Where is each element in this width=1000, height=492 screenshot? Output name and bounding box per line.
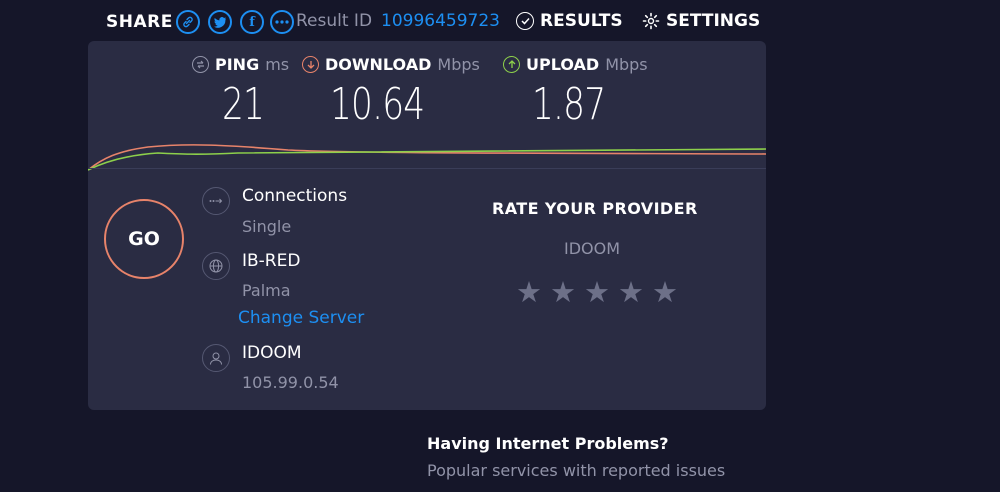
result-id-link[interactable]: 10996459723 bbox=[381, 11, 500, 31]
rate-provider-title: RATE YOUR PROVIDER bbox=[492, 199, 698, 218]
go-button[interactable]: GO bbox=[104, 199, 184, 279]
results-label: RESULTS bbox=[540, 11, 623, 31]
upload-graph-line bbox=[88, 148, 766, 171]
download-icon bbox=[302, 56, 319, 73]
connections-icon bbox=[202, 187, 230, 215]
gear-icon bbox=[642, 12, 660, 30]
settings-button[interactable]: SETTINGS bbox=[642, 11, 760, 31]
user-icon bbox=[202, 344, 230, 372]
upload-icon bbox=[503, 56, 520, 73]
download-unit: Mbps bbox=[437, 55, 480, 74]
share-label: SHARE bbox=[106, 12, 173, 32]
ping-header: PING ms bbox=[192, 55, 289, 74]
download-header: DOWNLOAD Mbps bbox=[302, 55, 480, 74]
ping-unit: ms bbox=[265, 55, 290, 74]
star-icon[interactable]: ★ bbox=[652, 277, 678, 307]
download-value: 10.64 bbox=[330, 79, 425, 130]
check-icon bbox=[516, 12, 534, 30]
server-location: Palma bbox=[242, 281, 291, 300]
connections-title: Connections bbox=[242, 186, 348, 206]
result-id-label: Result ID bbox=[296, 11, 373, 31]
results-button[interactable]: RESULTS bbox=[516, 11, 623, 31]
problems-title: Having Internet Problems? bbox=[427, 434, 669, 453]
twitter-icon[interactable] bbox=[208, 10, 232, 34]
connections-value[interactable]: Single bbox=[242, 217, 291, 236]
settings-label: SETTINGS bbox=[666, 11, 761, 31]
more-icon[interactable] bbox=[270, 10, 294, 34]
rating-stars: ★ ★ ★ ★ ★ bbox=[516, 277, 678, 307]
star-icon[interactable]: ★ bbox=[516, 277, 542, 307]
download-label: DOWNLOAD bbox=[325, 55, 432, 74]
upload-label: UPLOAD bbox=[526, 55, 600, 74]
download-graph-line bbox=[88, 144, 766, 171]
globe-icon bbox=[202, 252, 230, 280]
problems-subtitle: Popular services with reported issues bbox=[427, 461, 726, 480]
isp-ip: 105.99.0.54 bbox=[242, 373, 339, 392]
star-icon[interactable]: ★ bbox=[618, 277, 644, 307]
speed-graph bbox=[88, 144, 766, 171]
isp-name: IDOOM bbox=[242, 343, 302, 363]
facebook-icon[interactable]: f bbox=[240, 10, 264, 34]
server-name: IB-RED bbox=[242, 251, 301, 271]
change-server-link[interactable]: Change Server bbox=[238, 308, 364, 328]
ping-value: 21 bbox=[222, 79, 265, 130]
upload-value: 1.87 bbox=[532, 79, 606, 130]
upload-unit: Mbps bbox=[605, 55, 648, 74]
card-divider bbox=[88, 168, 766, 169]
link-icon[interactable] bbox=[176, 10, 200, 34]
ping-label: PING bbox=[215, 55, 260, 74]
star-icon[interactable]: ★ bbox=[550, 277, 576, 307]
rate-provider-name: IDOOM bbox=[564, 239, 621, 258]
speedtest-result-card: PING ms DOWNLOAD Mbps UPLOAD Mbps 21 10.… bbox=[88, 41, 766, 410]
upload-header: UPLOAD Mbps bbox=[503, 55, 648, 74]
ping-icon bbox=[192, 56, 209, 73]
star-icon[interactable]: ★ bbox=[584, 277, 610, 307]
